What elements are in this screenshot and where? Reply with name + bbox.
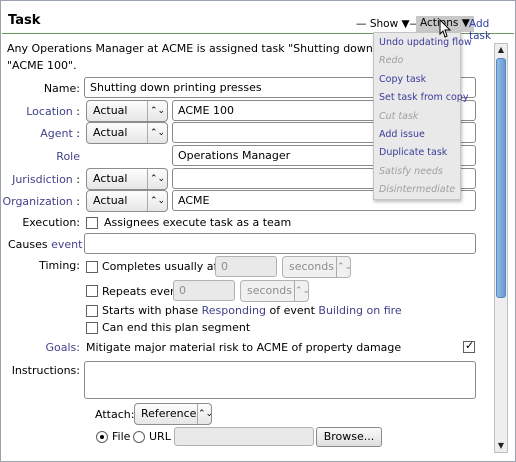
- task-panel: Task — Show ▼— Actions ▼ Add task Any Op…: [0, 0, 516, 462]
- role-link[interactable]: Role: [2, 150, 80, 163]
- completes-after-unit[interactable]: seconds ⌃⌄: [282, 256, 352, 278]
- event-link[interactable]: Building on fire: [318, 304, 401, 317]
- execute-as-team-label: Assignees execute task as a team: [104, 216, 292, 229]
- scrollbar-thumb[interactable]: [496, 58, 506, 298]
- completes-after-amount[interactable]: 0: [215, 256, 277, 277]
- agent-label: Agent :: [40, 127, 80, 140]
- repeats-amount[interactable]: 0: [173, 280, 235, 301]
- menu-item-undo[interactable]: Undo updating flow: [379, 37, 472, 48]
- show-toggle[interactable]: — Show ▼—: [356, 18, 420, 30]
- repeats-label: Repeats every: [102, 285, 182, 298]
- starts-with-phase-text: Starts with phase Responding of event Bu…: [102, 304, 402, 317]
- name-label: Name:: [43, 82, 80, 95]
- goals-text: Mitigate major material risk to ACME of …: [86, 341, 402, 354]
- task-summary-line2: "ACME 100".: [7, 59, 77, 72]
- menu-item-duplicate-task[interactable]: Duplicate task: [379, 147, 447, 158]
- up-down-chevron-icon: ⌃⌄: [147, 169, 167, 189]
- url-radio[interactable]: [133, 431, 145, 443]
- location-label: Location :: [26, 105, 80, 118]
- repeats-checkbox[interactable]: [86, 285, 98, 297]
- file-radio[interactable]: [96, 431, 108, 443]
- causes-event-link[interactable]: event: [51, 238, 82, 251]
- execution-label: Execution:: [22, 216, 80, 229]
- mouse-pointer-icon: [439, 19, 452, 38]
- jurisdiction-label: Jurisdiction :: [12, 173, 80, 186]
- location-link[interactable]: Location: [26, 105, 73, 118]
- jurisdiction-mode-select[interactable]: Actual ⌃⌄: [86, 168, 168, 190]
- organization-label: Organization :: [2, 195, 80, 208]
- menu-item-cut-task: Cut task: [379, 111, 419, 122]
- scroll-up-icon[interactable]: ▲: [495, 44, 507, 56]
- url-radio-label: URL: [149, 430, 171, 443]
- up-down-chevron-icon: ⌃⌄: [147, 101, 167, 121]
- file-radio-label: File: [112, 430, 131, 443]
- up-down-chevron-icon: ⌃⌄: [294, 281, 310, 301]
- file-path-input[interactable]: [174, 427, 314, 446]
- attach-label: Attach:: [95, 408, 135, 421]
- panel-header: Task — Show ▼— Actions ▼ Add task: [2, 2, 514, 42]
- scroll-down-icon[interactable]: ▼: [495, 440, 507, 452]
- up-down-chevron-icon: ⌃⌄: [147, 123, 167, 143]
- menu-item-set-task-from-copy[interactable]: Set task from copy: [379, 92, 468, 103]
- vertical-scrollbar[interactable]: ▲ ▼: [494, 43, 508, 453]
- menu-item-redo: Redo: [379, 55, 404, 66]
- can-end-segment-checkbox[interactable]: [86, 322, 98, 334]
- causes-event-input[interactable]: [84, 233, 476, 254]
- actions-dropdown-menu: Undo updating flow Redo Copy task Set ta…: [373, 32, 472, 200]
- menu-item-disintermediate: Disintermediate: [379, 184, 456, 195]
- location-mode-select[interactable]: Actual ⌃⌄: [86, 100, 168, 122]
- menu-item-satisfy-needs: Satisfy needs: [379, 166, 443, 177]
- execute-as-team-checkbox[interactable]: [86, 217, 98, 229]
- instructions-textarea[interactable]: [84, 361, 476, 399]
- can-end-segment-label: Can end this plan segment: [102, 321, 251, 334]
- panel-title: Task: [8, 13, 41, 28]
- organization-link[interactable]: Organization: [2, 195, 72, 208]
- repeats-unit[interactable]: seconds ⌃⌄: [240, 280, 310, 302]
- jurisdiction-link[interactable]: Jurisdiction: [12, 173, 73, 186]
- task-summary-line1: Any Operations Manager at ACME is assign…: [7, 42, 430, 55]
- organization-mode-select[interactable]: Actual ⌃⌄: [86, 190, 168, 212]
- phase-link[interactable]: Responding: [202, 304, 266, 317]
- up-down-chevron-icon: ⌃⌄: [197, 404, 213, 424]
- timing-label: Timing:: [39, 259, 80, 272]
- completes-after-checkbox[interactable]: [86, 261, 98, 273]
- instructions-label: Instructions:: [11, 364, 80, 377]
- menu-item-add-issue[interactable]: Add issue: [379, 129, 425, 140]
- browse-button[interactable]: Browse...: [316, 427, 382, 447]
- menu-item-copy-task[interactable]: Copy task: [379, 74, 426, 85]
- agent-mode-select[interactable]: Actual ⌃⌄: [86, 122, 168, 144]
- up-down-chevron-icon: ⌃⌄: [336, 257, 352, 277]
- agent-link[interactable]: Agent: [40, 127, 73, 140]
- starts-with-phase-checkbox[interactable]: [86, 305, 98, 317]
- causes-label: Causes event: [8, 238, 83, 251]
- attach-type-select[interactable]: Reference ⌃⌄: [134, 403, 213, 425]
- goals-link[interactable]: Goals:: [2, 341, 81, 354]
- goals-checkbox[interactable]: [463, 339, 475, 353]
- up-down-chevron-icon: ⌃⌄: [147, 191, 167, 211]
- completes-after-label: Completes usually after: [102, 260, 233, 273]
